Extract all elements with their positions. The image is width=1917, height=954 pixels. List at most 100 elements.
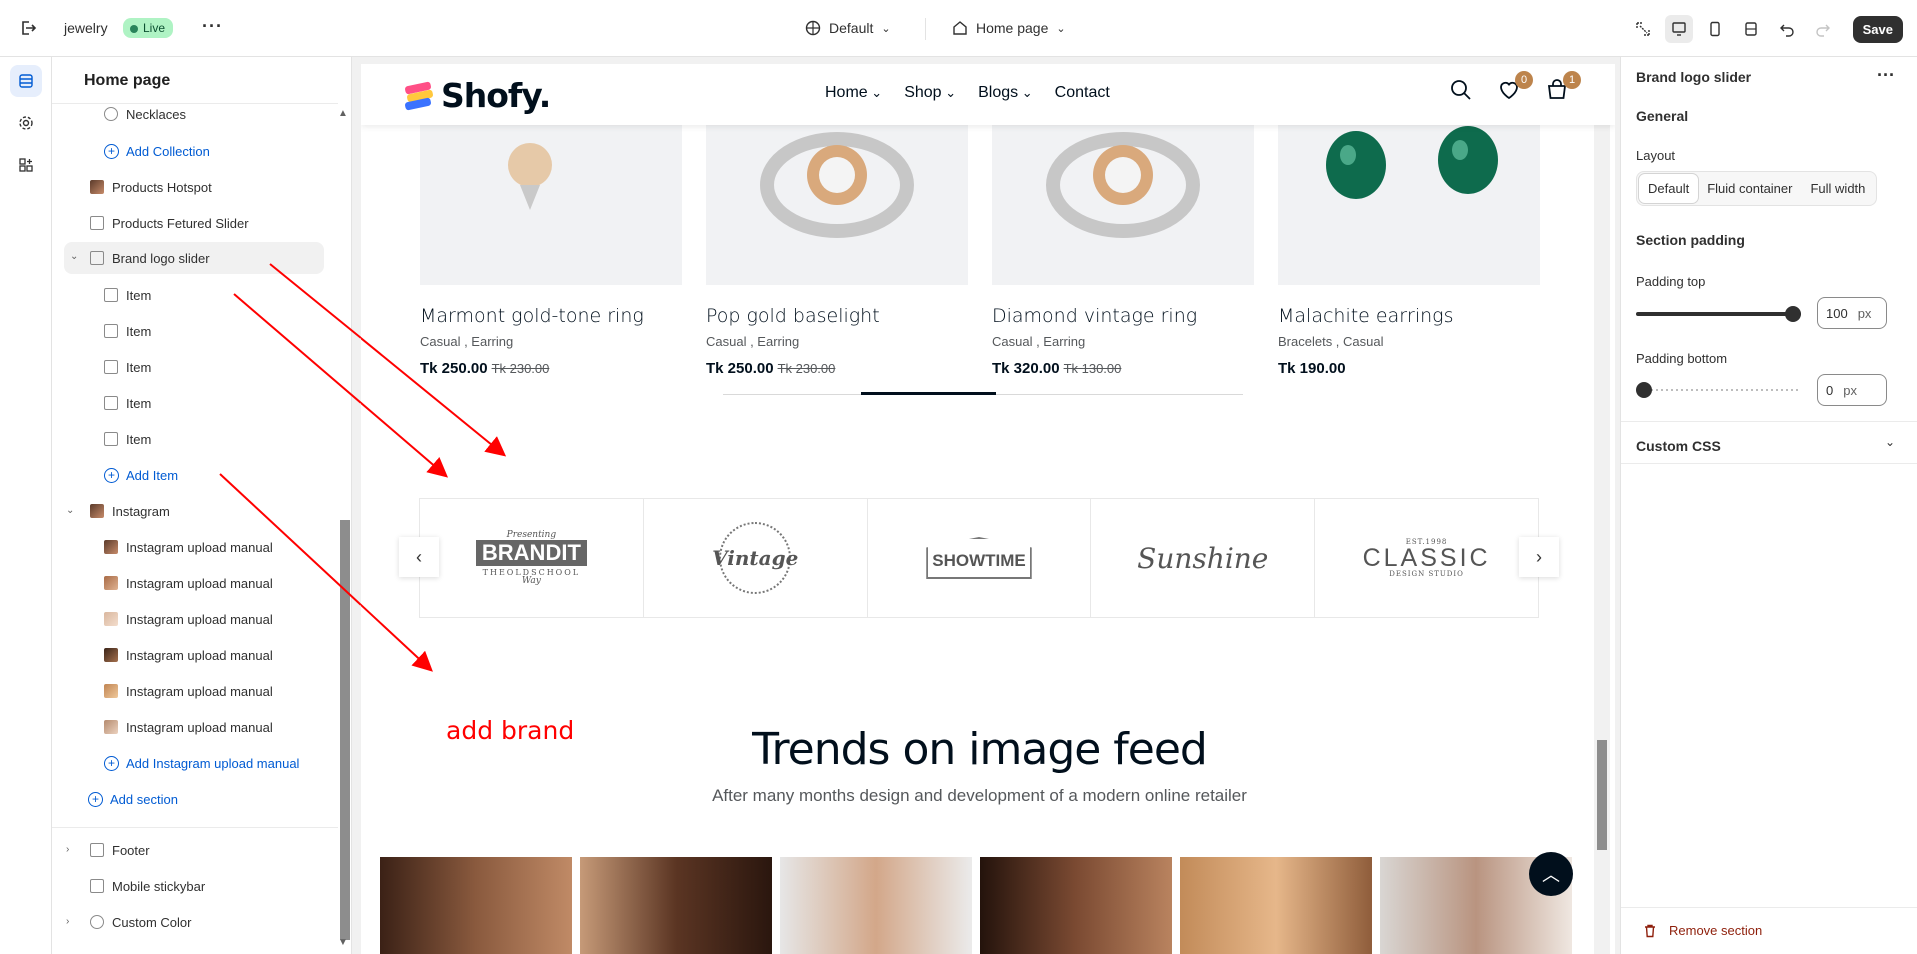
- tree-item-instagram-upload[interactable]: Instagram upload manual: [104, 641, 273, 669]
- product-image[interactable]: [992, 105, 1254, 285]
- chevron-right-icon[interactable]: ›: [66, 844, 69, 855]
- add-collection-button[interactable]: + Add Collection: [104, 137, 210, 165]
- scroll-up-icon[interactable]: ▲: [338, 108, 348, 119]
- feed-image[interactable]: [980, 857, 1172, 954]
- product-price: Tk 320.00 Tk 130.00: [992, 360, 1121, 377]
- layout-option-fluid[interactable]: Fluid container: [1698, 174, 1801, 203]
- fullscreen-view-icon[interactable]: [1737, 15, 1765, 43]
- instagram-feed: [380, 857, 1572, 954]
- brand-name: BRANDIT: [475, 539, 587, 566]
- padding-bottom-slider-handle[interactable]: [1636, 382, 1652, 398]
- product-name[interactable]: Malachite earrings: [1278, 305, 1453, 327]
- redo-icon[interactable]: [1809, 15, 1837, 43]
- wishlist-heart-icon[interactable]: 0: [1497, 71, 1533, 104]
- scroll-to-top-button[interactable]: ︿: [1529, 852, 1573, 896]
- feed-image[interactable]: [580, 857, 772, 954]
- custom-css-toggle[interactable]: Custom CSS: [1636, 438, 1721, 454]
- page-selector[interactable]: Home page ⌄: [952, 20, 1066, 36]
- sections-icon[interactable]: [10, 65, 42, 97]
- brand-tagline: Presenting: [506, 529, 557, 540]
- brand-tagline: DESIGN STUDIO: [1389, 569, 1464, 578]
- tree-item-products-hotspot[interactable]: Products Hotspot: [90, 173, 212, 201]
- settings-gear-icon[interactable]: [10, 107, 42, 139]
- tree-item-brand-item[interactable]: Item: [104, 389, 151, 417]
- slider-next-button[interactable]: ›: [1519, 537, 1559, 577]
- panel-title: Home page: [84, 72, 171, 89]
- padding-bottom-input[interactable]: 0 px: [1817, 374, 1887, 406]
- tree-item-brand-item[interactable]: Item: [104, 317, 151, 345]
- tree-item-instagram-upload[interactable]: Instagram upload manual: [104, 533, 273, 561]
- product-name[interactable]: Pop gold baselight: [706, 305, 880, 327]
- tree-item-instagram-upload[interactable]: Instagram upload manual: [104, 605, 273, 633]
- padding-top-slider-handle[interactable]: [1785, 306, 1801, 322]
- feed-image[interactable]: [780, 857, 972, 954]
- tree-item-necklaces[interactable]: Necklaces: [104, 100, 186, 128]
- desktop-view-icon[interactable]: [1664, 15, 1693, 43]
- tree-item-instagram-upload[interactable]: Instagram upload manual: [104, 713, 273, 741]
- product-name[interactable]: Diamond vintage ring: [992, 305, 1197, 327]
- padding-top-value: 100: [1826, 305, 1848, 321]
- brand-logo[interactable]: Presenting BRANDIT THEOLDSCHOOL Way: [420, 499, 644, 617]
- save-button[interactable]: Save: [1852, 15, 1903, 43]
- brand-logo[interactable]: SHOWTIME: [868, 499, 1092, 617]
- brand-logo[interactable]: Sunshine: [1091, 499, 1316, 617]
- inspector-icon[interactable]: [1629, 15, 1657, 43]
- brand-logo[interactable]: Vintage: [644, 499, 868, 617]
- preview-scroll-thumb[interactable]: [1597, 740, 1607, 850]
- nav-home[interactable]: Home: [825, 84, 882, 102]
- tree-item-brand-item[interactable]: Item: [104, 353, 151, 381]
- layout-option-full-width[interactable]: Full width: [1801, 174, 1874, 203]
- tree-item-label: Add section: [110, 791, 178, 807]
- tree-item-mobile-stickybar[interactable]: Mobile stickybar: [90, 872, 205, 900]
- add-section-button[interactable]: + Add section: [88, 785, 178, 813]
- nav-contact[interactable]: Contact: [1055, 84, 1110, 102]
- panel-scroll-thumb[interactable]: [340, 520, 350, 940]
- more-options-icon[interactable]: ···: [1877, 65, 1895, 86]
- slider-prev-button[interactable]: ‹: [399, 537, 439, 577]
- product-image[interactable]: [420, 105, 682, 285]
- brand-logo-thumb-icon: [104, 360, 118, 374]
- tree-item-brand-logo-slider[interactable]: ⌄ Brand logo slider: [64, 242, 324, 274]
- nav-shop[interactable]: Shop: [904, 84, 956, 102]
- tree-item-footer[interactable]: › Footer: [66, 836, 150, 864]
- add-item-button[interactable]: + Add Item: [104, 461, 178, 489]
- brand-logo-thumb-icon: [104, 396, 118, 410]
- search-icon[interactable]: [1449, 78, 1475, 104]
- tree-item-custom-color[interactable]: › Custom Color: [66, 908, 191, 936]
- padding-top-slider[interactable]: [1636, 312, 1801, 316]
- chevron-down-icon[interactable]: ⌄: [66, 505, 74, 516]
- tree-item-brand-item[interactable]: Item: [104, 281, 151, 309]
- tree-item-products-featured-slider[interactable]: Products Fetured Slider: [90, 209, 249, 237]
- remove-section-button[interactable]: Remove section: [1643, 923, 1762, 938]
- chevron-down-icon[interactable]: ⌄: [1885, 435, 1895, 449]
- feed-image[interactable]: [380, 857, 572, 954]
- nav-blogs[interactable]: Blogs: [978, 84, 1033, 102]
- topbar-actions: Save: [1629, 15, 1903, 43]
- tree-item-instagram[interactable]: ⌄ Instagram: [66, 497, 170, 525]
- undo-icon[interactable]: [1773, 15, 1801, 43]
- tree-item-instagram-upload[interactable]: Instagram upload manual: [104, 569, 273, 597]
- theme-selector[interactable]: Default ⌄: [805, 20, 891, 36]
- product-image[interactable]: [1278, 105, 1540, 285]
- more-actions-icon[interactable]: ···: [202, 16, 223, 37]
- mobile-view-icon[interactable]: [1701, 15, 1729, 43]
- product-image[interactable]: [706, 105, 968, 285]
- brand-logo[interactable]: EST.1998 CLASSIC DESIGN STUDIO: [1315, 499, 1538, 617]
- padding-bottom-slider[interactable]: [1636, 389, 1801, 391]
- chevron-down-icon[interactable]: ⌄: [70, 251, 78, 262]
- add-instagram-upload-button[interactable]: + Add Instagram upload manual: [104, 749, 299, 777]
- apps-icon[interactable]: [10, 149, 42, 181]
- chevron-right-icon[interactable]: ›: [66, 916, 69, 927]
- chevron-down-icon: ⌄: [1056, 22, 1066, 35]
- scroll-down-icon[interactable]: ▼: [338, 937, 348, 948]
- tree-item-brand-item[interactable]: Item: [104, 425, 151, 453]
- padding-top-input[interactable]: 100 px: [1817, 297, 1887, 329]
- product-name[interactable]: Marmont gold-tone ring: [420, 305, 644, 327]
- tree-item-instagram-upload[interactable]: Instagram upload manual: [104, 677, 273, 705]
- cart-icon[interactable]: 1: [1545, 71, 1581, 104]
- live-badge: Live: [123, 18, 174, 38]
- layout-option-default[interactable]: Default: [1639, 174, 1699, 203]
- store-logo[interactable]: Shofy.: [403, 76, 551, 115]
- exit-icon[interactable]: [18, 18, 38, 38]
- feed-image[interactable]: [1180, 857, 1372, 954]
